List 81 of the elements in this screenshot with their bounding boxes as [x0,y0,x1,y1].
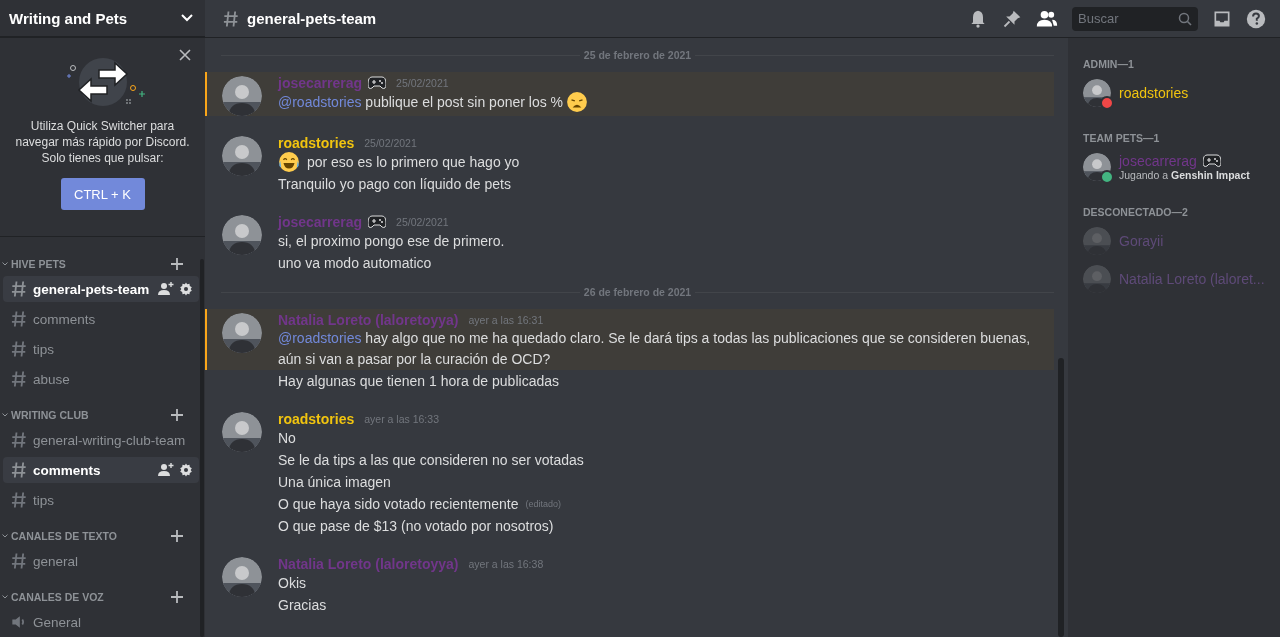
timestamp: 25/02/2021 [396,215,449,228]
close-icon[interactable] [179,49,191,61]
date-divider: 26 de febrero de 2021 [582,286,693,298]
mention-link[interactable]: @roadstories [278,330,362,346]
message-text: Hay algunas que tienen 1 hora de publicadas [278,372,559,391]
message-text: Okis [278,574,306,593]
channel-item[interactable]: tips [3,336,199,362]
category-header[interactable]: CANALES DE TEXTO [2,530,117,542]
shortcut-button[interactable]: CTRL + K [60,178,145,210]
server-name: Writing and Pets [9,9,128,27]
plus-icon[interactable] [171,591,183,603]
date-divider: 25 de febrero de 2021 [582,49,693,61]
message-text: @roadstories publique el post sin poner los % [278,92,564,112]
scrollbar[interactable] [1058,358,1064,637]
member-name[interactable]: roadstories [1119,85,1189,101]
hash-icon [9,369,29,389]
hash-icon [9,551,29,571]
channel-item[interactable]: General [3,609,199,635]
channel-item[interactable]: comments [3,457,199,483]
timestamp: ayer a las 16:33 [364,412,439,425]
channel-title: general-pets-team [247,10,377,27]
member-group-title: ADMIN—1 [1083,58,1135,70]
channel-item[interactable]: general-writing-club-team [3,427,199,453]
message-text: No [278,429,296,448]
member-group-title: DESCONECTADO—2 [1083,206,1189,218]
timestamp: 25/02/2021 [396,76,449,89]
edited-label: (editado) [525,498,562,511]
channel-item[interactable]: general-pets-team [3,276,199,302]
hash-icon [9,309,29,329]
settings-icon[interactable] [179,282,193,296]
help-icon[interactable] [1246,8,1266,29]
chevron-icon [2,262,8,266]
pin-icon[interactable] [1002,8,1022,29]
chevron-icon [2,595,8,599]
channel-item[interactable]: general [3,548,199,574]
message-text: @roadstories hay algo que no me ha quedado claro. Se le dará tips a todas las publicaciones que se consideren buenas, aún si van a pasar por la curación de OCD? [278,329,1032,369]
hash-icon [221,8,241,29]
laughing-face-icon [278,151,300,173]
message-text: O que pase de $13 (no votado por nosotros) [278,517,554,536]
search-icon [1178,11,1192,26]
category-header[interactable]: HIVE PETS [2,258,66,270]
tip-text: Utiliza Quick Switcher para navegar más rápido por Discord. Solo tienes que pulsar: [14,118,191,166]
hash-icon [9,430,29,450]
message-text: Una única imagen [278,473,391,492]
plus-icon[interactable] [171,258,183,270]
timestamp: ayer a las 16:31 [468,313,544,326]
channel-item[interactable]: comments [3,306,199,332]
member-group-title: TEAM PETS—1 [1083,132,1161,144]
weary-face-icon [566,91,589,113]
category-header[interactable]: CANALES DE VOZ [2,591,104,603]
author-name[interactable]: roadstories [278,134,355,151]
hash-icon [9,339,29,359]
chevron-icon [2,413,8,417]
search-field[interactable]: Buscar [1072,6,1198,31]
add-member-icon[interactable] [158,282,174,296]
message-text: O que haya sido votado recientemente [278,495,519,514]
hash-icon [9,279,29,299]
plus-icon[interactable] [171,530,183,542]
mention-link[interactable]: @roadstories [278,93,362,110]
timestamp: 25/02/2021 [364,136,417,149]
members-icon[interactable] [1036,8,1058,29]
message-text: Gracias [278,596,327,615]
settings-icon[interactable] [179,463,193,477]
server-header[interactable]: Writing and Pets [0,0,205,37]
category-header[interactable]: WRITING CLUB [2,409,89,421]
chevron-down-icon [181,14,193,22]
message-text: Tranquilo yo pago con líquido de pets [278,175,511,194]
message-text: si, el proximo pongo ese de primero. [278,232,505,251]
hash-icon [9,460,29,480]
channel-item[interactable]: tips [3,487,199,513]
timestamp: ayer a las 16:38 [468,557,544,570]
hash-icon [9,490,29,510]
message-text: uno va modo automatico [278,254,432,273]
plus-icon[interactable] [171,409,183,421]
message-text: por eso es lo primero que hago yo [305,153,520,172]
author-name[interactable]: roadstories [278,410,355,427]
message-text: Se le da tips a las que consideren no ser votadas [278,451,584,470]
add-member-icon[interactable] [158,463,174,477]
activity-status: Jugando a Genshin Impact [1119,169,1250,181]
channel-item[interactable]: abuse [3,366,199,392]
chevron-icon [2,534,8,538]
